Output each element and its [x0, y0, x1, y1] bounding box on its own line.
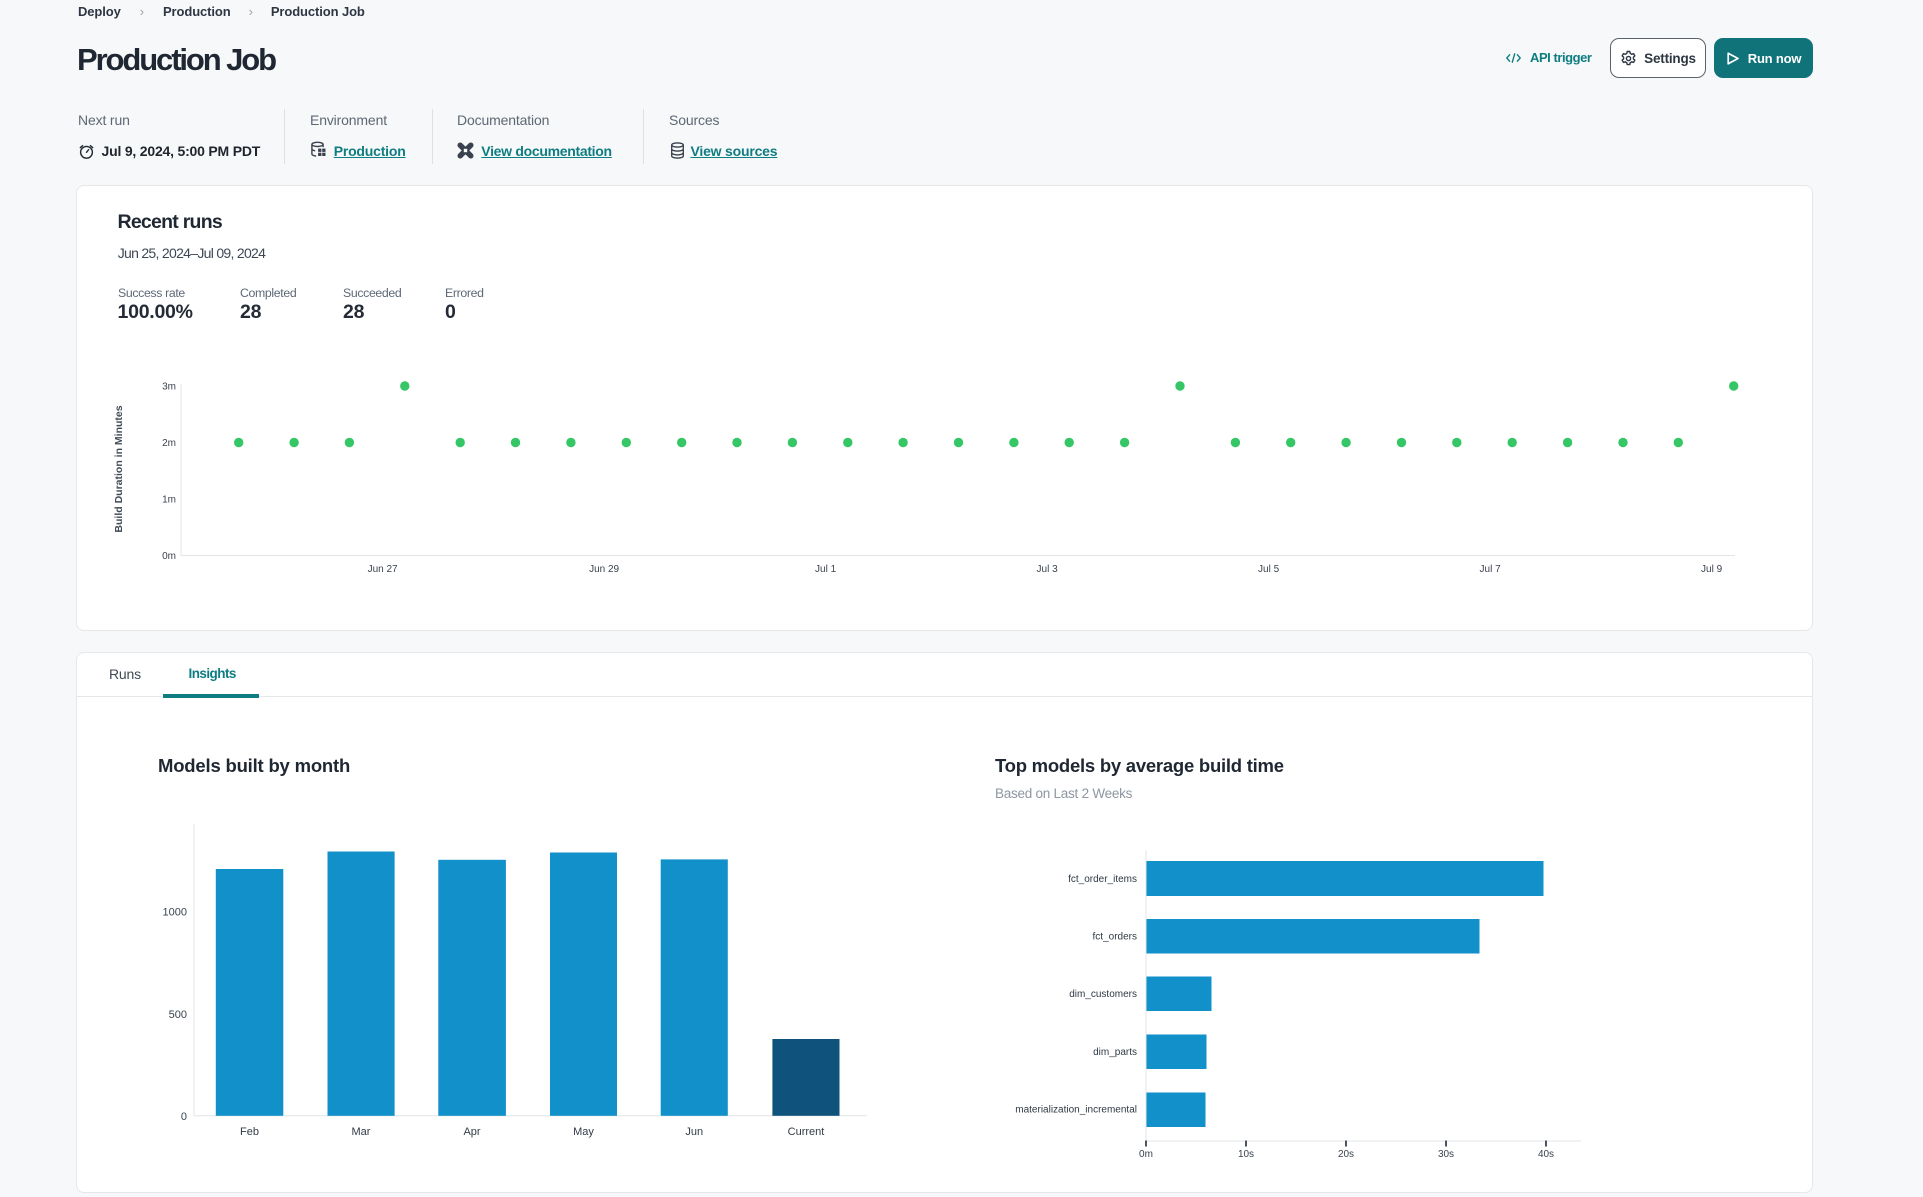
svg-text:Jul 1: Jul 1 [815, 564, 837, 575]
svg-text:30s: 30s [1438, 1149, 1454, 1160]
svg-text:materialization_incremental: materialization_incremental [1015, 1105, 1137, 1116]
svg-text:Current: Current [788, 1126, 825, 1138]
svg-text:Jun 29: Jun 29 [589, 564, 619, 575]
svg-text:0m: 0m [162, 551, 176, 562]
svg-text:Build Duration in Minutes: Build Duration in Minutes [113, 405, 125, 532]
svg-text:Mar: Mar [352, 1126, 371, 1138]
svg-text:2m: 2m [162, 438, 176, 449]
svg-text:10s: 10s [1238, 1149, 1254, 1160]
svg-text:dim_customers: dim_customers [1069, 989, 1137, 1000]
svg-text:dim_parts: dim_parts [1093, 1047, 1137, 1058]
svg-text:Jun: Jun [685, 1126, 703, 1138]
svg-text:Jun 27: Jun 27 [368, 564, 398, 575]
svg-text:40s: 40s [1538, 1149, 1554, 1160]
svg-text:fct_order_items: fct_order_items [1068, 874, 1137, 885]
svg-text:Apr: Apr [463, 1126, 480, 1138]
svg-text:Feb: Feb [240, 1126, 259, 1138]
svg-text:0: 0 [181, 1111, 187, 1123]
svg-text:1m: 1m [162, 495, 176, 506]
svg-text:Jul 7: Jul 7 [1480, 564, 1502, 575]
svg-text:20s: 20s [1338, 1149, 1354, 1160]
svg-text:fct_orders: fct_orders [1093, 932, 1137, 943]
svg-text:May: May [573, 1126, 594, 1138]
svg-text:0m: 0m [1139, 1149, 1153, 1160]
svg-text:Jul 3: Jul 3 [1037, 564, 1059, 575]
svg-text:Jul 9: Jul 9 [1701, 564, 1723, 575]
svg-text:Jul 5: Jul 5 [1258, 564, 1280, 575]
svg-text:3m: 3m [162, 382, 176, 393]
svg-text:500: 500 [169, 1009, 187, 1021]
svg-text:1000: 1000 [163, 907, 187, 919]
